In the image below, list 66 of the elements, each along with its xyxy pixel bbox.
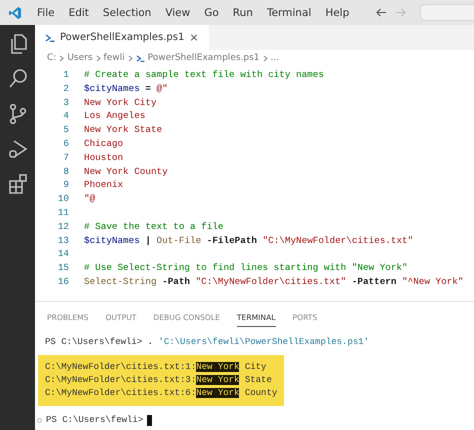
terminal-prompt: PS C:\Users\fewli>: [46, 414, 144, 427]
code-line: Los Angeles: [84, 109, 146, 124]
menu-item[interactable]: Terminal: [260, 6, 318, 18]
code-line: Chicago: [84, 136, 124, 151]
code-line: Select-String -Path "C:\MyNewFolder\cities.txt" -Pattern "^New York": [84, 274, 464, 289]
breadcrumb-item[interactable]: PowerShellExamples.ps1: [148, 53, 260, 63]
breadcrumb-item[interactable]: Users: [67, 53, 93, 63]
menu-item[interactable]: File: [30, 6, 62, 18]
code-line: New York State: [84, 123, 162, 137]
terminal-line: PS C:\Users\fewli> . 'C:\Users\fewli\PowerShellExamples.ps1': [45, 336, 370, 349]
line-number: 1: [62, 68, 70, 82]
vscode-logo-icon: [8, 6, 22, 20]
code-line: # Save the text to a file: [84, 220, 224, 234]
line-number: 12: [56, 220, 70, 234]
line-number: 14: [56, 247, 70, 262]
powershell-icon: [45, 34, 55, 42]
code-line: # Create a sample text file with city names: [84, 68, 324, 82]
source-control-icon[interactable]: [8, 103, 28, 125]
chevron-right-icon: [128, 54, 133, 62]
code-line: # Use Select-String to find lines starting with "New York": [84, 261, 408, 275]
line-number: 5: [62, 123, 70, 137]
terminal-line: C:\MyNewFolder\cities.txt:6:New York County: [45, 386, 278, 400]
breadcrumb-item[interactable]: ...: [270, 53, 280, 63]
line-number: 3: [62, 96, 70, 110]
code-line: $cityNames | Out-File -FilePath "C:\MyNewFolder\cities.txt": [84, 234, 414, 248]
terminal-cursor: [147, 414, 152, 426]
run-debug-icon[interactable]: [8, 138, 28, 160]
line-number: 2: [62, 82, 70, 96]
menu-item[interactable]: Go: [197, 6, 226, 18]
terminal-line: C:\MyNewFolder\cities.txt:3:New York State: [45, 374, 273, 387]
code-line: Phoenix: [84, 178, 124, 192]
line-number: 4: [62, 109, 70, 124]
line-number: 13: [56, 234, 70, 248]
code-line: New York County: [84, 164, 168, 178]
code-line: "@: [84, 192, 96, 206]
breadcrumb-item[interactable]: fewli: [104, 53, 125, 63]
powershell-icon: [136, 54, 145, 62]
line-number: 8: [62, 164, 70, 178]
editor-tab[interactable]: PowerShellExamples.ps1 ×: [35, 25, 209, 50]
line-number: 9: [62, 178, 70, 192]
menu-item[interactable]: Help: [318, 6, 356, 18]
code-line: Houston: [84, 150, 124, 165]
menu-item[interactable]: View: [158, 6, 198, 18]
line-number: 11: [56, 206, 70, 220]
chevron-right-icon: [59, 54, 64, 62]
code-line: New York City: [84, 96, 157, 110]
chevron-right-icon: [96, 54, 101, 62]
breadcrumb-item[interactable]: C:: [47, 53, 56, 63]
tab-label: PowerShellExamples.ps1: [60, 32, 184, 43]
terminal-line: C:\MyNewFolder\cities.txt:1:New York City: [45, 360, 268, 374]
extensions-icon[interactable]: [8, 173, 28, 195]
back-arrow-icon[interactable]: [376, 8, 388, 17]
line-number: 6: [62, 136, 70, 151]
menu-item[interactable]: Selection: [96, 6, 158, 18]
code-line: $cityNames = @": [84, 82, 168, 96]
line-number: 10: [56, 192, 70, 206]
search-icon[interactable]: [8, 68, 28, 90]
command-center-field[interactable]: [420, 4, 474, 21]
status-dot-icon: [37, 418, 42, 423]
menu-item[interactable]: Run: [226, 6, 260, 18]
line-number: 16: [56, 274, 70, 289]
line-number: 15: [56, 261, 70, 275]
menu-item[interactable]: Edit: [62, 6, 96, 18]
chevron-right-icon: [262, 54, 268, 62]
close-tab-button[interactable]: ×: [189, 31, 199, 44]
line-number: 7: [62, 150, 70, 165]
